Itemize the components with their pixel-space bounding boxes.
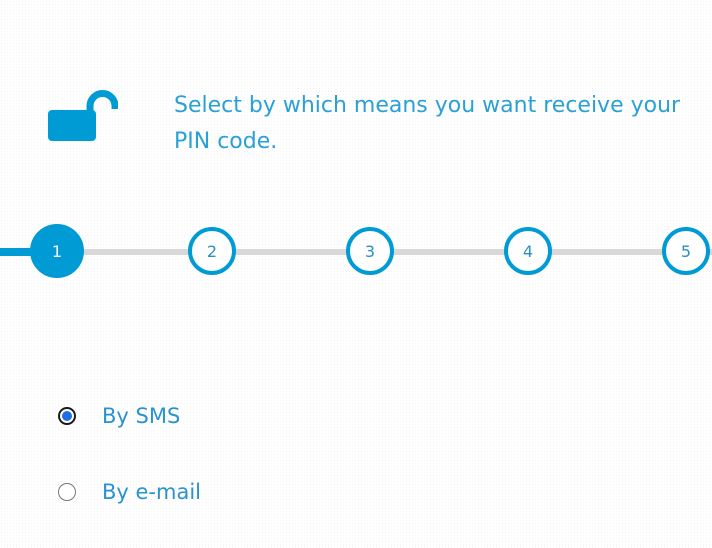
instruction-header: Select by which means you want receive y… (48, 88, 688, 168)
step-progress-bar: 1 2 3 4 5 (0, 222, 712, 282)
option-label-sms: By SMS (102, 404, 181, 428)
step-5[interactable]: 5 (662, 227, 710, 275)
option-by-email[interactable]: By e-mail (58, 472, 458, 512)
step-4[interactable]: 4 (504, 227, 552, 275)
step-1[interactable]: 1 (30, 224, 84, 278)
step-2[interactable]: 2 (188, 227, 236, 275)
unlocked-padlock-icon (48, 88, 119, 142)
delivery-method-options: By SMS By e-mail (58, 396, 458, 548)
option-by-sms[interactable]: By SMS (58, 396, 458, 436)
step-3[interactable]: 3 (346, 227, 394, 275)
radio-by-sms[interactable] (58, 407, 76, 425)
instruction-text: Select by which means you want receive y… (174, 93, 681, 154)
radio-by-email[interactable] (58, 483, 76, 501)
option-label-email: By e-mail (102, 480, 202, 504)
